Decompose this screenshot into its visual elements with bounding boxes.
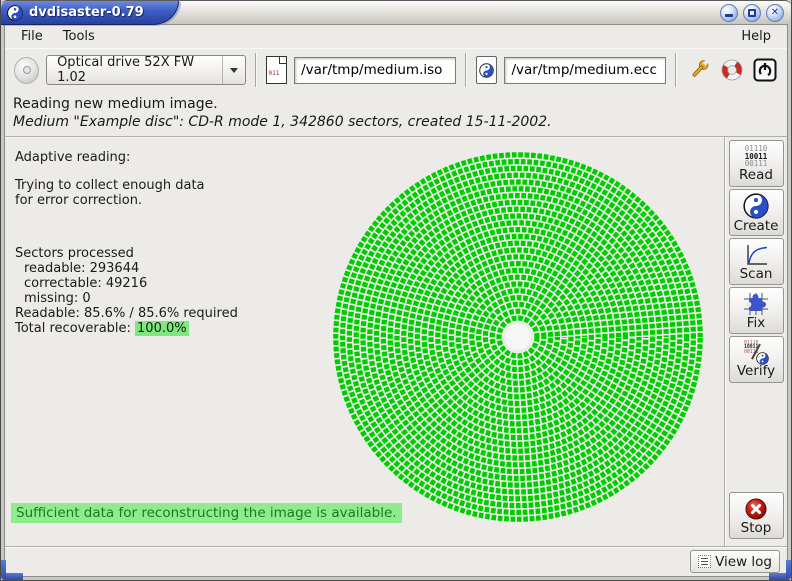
window-title: dvdisaster-0.79 — [29, 5, 144, 20]
adaptive-reading-panel: Adaptive reading: Trying to collect enou… — [15, 150, 238, 336]
maximize-button[interactable] — [743, 4, 761, 22]
create-yinyang-icon — [743, 193, 769, 219]
status-action: Reading new medium image. — [13, 96, 779, 112]
scan-chart-icon — [743, 243, 769, 267]
help-lifebuoy-button[interactable] — [719, 55, 745, 85]
sectors-heading: Sectors processed — [15, 246, 238, 261]
app-window: dvdisaster-0.79 ✕ File Tools Help Optica… — [0, 0, 792, 581]
recoverable-value: 100.0% — [135, 321, 189, 336]
verify-icon: 01110 10011 00111 — [743, 342, 769, 364]
sectors-correctable: correctable: 49216 — [15, 276, 238, 291]
minimize-button[interactable] — [720, 4, 738, 22]
menu-tools[interactable]: Tools — [55, 27, 103, 46]
status-medium-info: Medium "Example disc": CD-R mode 1, 3428… — [13, 114, 779, 130]
preferences-button[interactable] — [686, 55, 712, 85]
toolbar-separator — [465, 53, 467, 87]
fix-puzzle-icon — [743, 292, 769, 316]
minimize-icon — [725, 14, 733, 17]
read-button[interactable]: 01110 10011 00111 Read — [729, 140, 784, 187]
stop-button[interactable]: Stop — [729, 492, 784, 539]
drive-icon — [14, 57, 39, 84]
status-area: Reading new medium image. Medium "Exampl… — [5, 91, 787, 137]
verify-button[interactable]: 01110 10011 00111 — [729, 336, 784, 383]
toolbar: Optical drive 52X FW 1.02 011 10011 0011… — [5, 48, 787, 91]
ecc-file-input[interactable] — [504, 57, 666, 84]
maximize-icon — [748, 9, 756, 17]
toolbar-separator — [675, 53, 677, 87]
drive-select-value: Optical drive 52X FW 1.02 — [57, 55, 211, 85]
scan-button[interactable]: Scan — [729, 238, 784, 285]
titlebar[interactable]: dvdisaster-0.79 ✕ — [1, 0, 791, 24]
recoverable-line: Total recoverable: 100.0% — [15, 321, 238, 336]
create-button[interactable]: Create — [729, 189, 784, 236]
wrench-icon — [687, 58, 711, 82]
result-message: Sufficient data for reconstructing the i… — [11, 503, 402, 523]
readable-summary: Readable: 85.6% / 85.6% required — [15, 306, 238, 321]
dvdisaster-logo-icon — [7, 5, 23, 21]
window-frame: File Tools Help Optical drive 52X FW 1.0… — [1, 24, 791, 580]
resize-grip-bottom-right[interactable] — [786, 560, 791, 580]
adaptive-desc-1: Trying to collect enough data — [15, 178, 238, 193]
close-button[interactable]: ✕ — [766, 4, 784, 22]
ecc-file-icon — [476, 56, 497, 84]
adaptive-heading: Adaptive reading: — [15, 150, 238, 165]
image-file-input[interactable] — [294, 57, 456, 84]
close-icon: ✕ — [771, 8, 779, 18]
action-sidebar: 01110 10011 00111 Read Crea — [725, 137, 787, 546]
lifebuoy-icon — [720, 58, 744, 82]
resize-grip-bottom-left[interactable] — [1, 560, 6, 580]
main-content: Adaptive reading: Trying to collect enou… — [5, 137, 725, 546]
stop-icon — [744, 497, 768, 521]
sectors-missing: missing: 0 — [15, 291, 238, 306]
drive-select-arrow[interactable] — [222, 56, 245, 84]
quit-button[interactable] — [752, 55, 778, 85]
chevron-down-icon — [230, 68, 238, 73]
menu-file[interactable]: File — [13, 27, 51, 46]
image-file-icon: 011 10011 00111 — [266, 56, 288, 84]
toolbar-separator — [255, 53, 257, 87]
fix-button[interactable]: Fix — [729, 287, 784, 334]
titlebar-tab[interactable]: dvdisaster-0.79 — [1, 1, 179, 25]
sectors-readable: readable: 293644 — [15, 261, 238, 276]
menu-help[interactable]: Help — [733, 27, 779, 46]
read-icon: 01110 10011 00111 — [745, 145, 768, 168]
view-log-button[interactable]: View log — [690, 550, 780, 573]
log-icon — [698, 555, 711, 568]
menubar: File Tools Help — [5, 25, 787, 48]
footer-bar: View log — [5, 546, 787, 576]
power-icon — [753, 58, 777, 82]
adaptive-desc-2: for error correction. — [15, 193, 238, 208]
disc-visualization — [322, 141, 714, 533]
drive-select[interactable]: Optical drive 52X FW 1.02 — [46, 55, 245, 85]
